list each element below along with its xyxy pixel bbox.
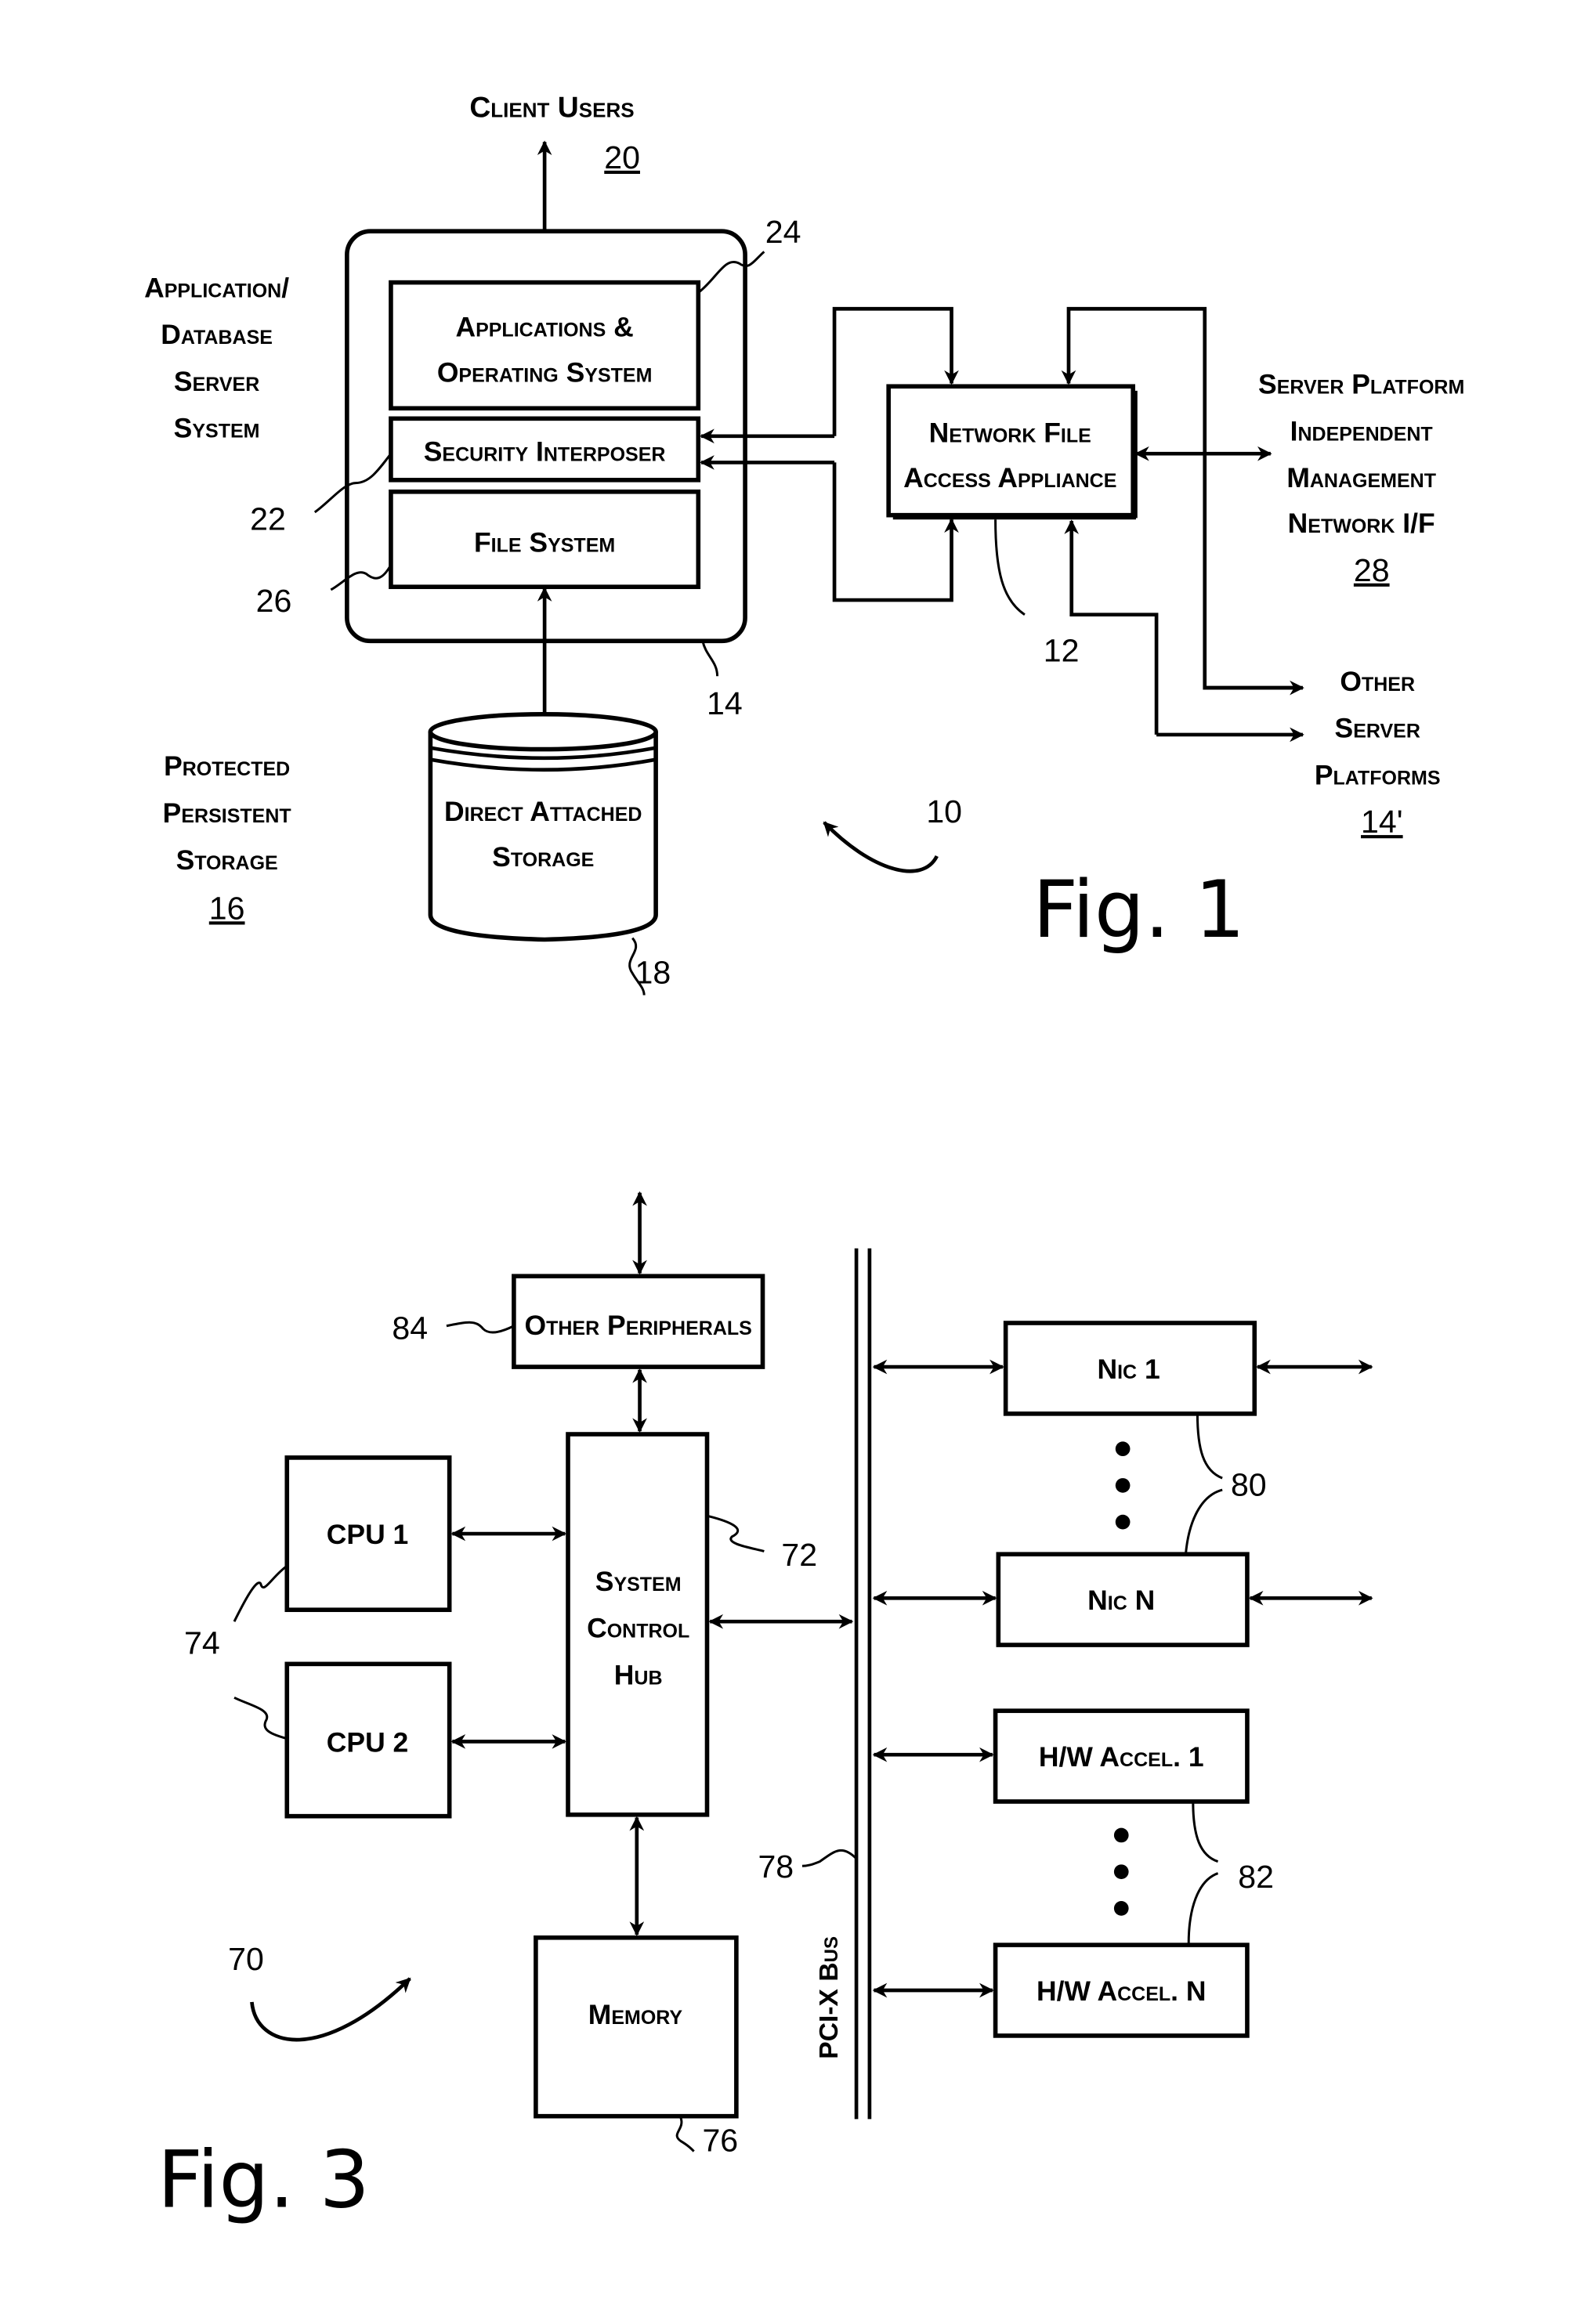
svg-text:Platforms: Platforms [1315, 759, 1441, 790]
cpu2-label: CPU 2 [327, 1726, 409, 1758]
server-leader [701, 640, 719, 677]
svg-text:Server Platform: Server Platform [1258, 369, 1464, 400]
bus-label: PCI-X Bus [815, 1936, 844, 2059]
file-system-label: File System [474, 526, 615, 558]
svg-text:Server: Server [174, 366, 259, 397]
accel1-label: H/W Accel. 1 [1039, 1741, 1204, 1773]
server-ref: 14 [707, 685, 743, 721]
accel-leader [1187, 1801, 1219, 1944]
storage-label: Protected Persistent Storage 16 [163, 750, 291, 926]
cpu1-leader [233, 1564, 288, 1622]
other-servers-lower-link [1064, 519, 1159, 735]
apps-os-box [389, 280, 701, 411]
nfaa-box [886, 384, 1136, 518]
client-users-ref: 20 [604, 139, 640, 175]
cpu2-leader [233, 1696, 288, 1740]
svg-text:Server: Server [1335, 713, 1420, 744]
server-system-label: Application/ Database Server System [144, 272, 289, 443]
svg-text:Storage: Storage [176, 844, 278, 876]
client-users-label: Client Users [469, 90, 634, 123]
svg-text:Independent: Independent [1290, 415, 1433, 446]
svg-text:Persistent: Persistent [163, 797, 291, 829]
bus-leader [801, 1849, 858, 1867]
svg-text:28: 28 [1354, 552, 1390, 588]
das-line2: Storage [492, 841, 594, 873]
figure-3: Other Peripherals 84 System Control Hub … [157, 1191, 1373, 2226]
nic-leader [1184, 1413, 1223, 1555]
hub-leader [708, 1515, 765, 1552]
nfaa-line1: Network File [929, 417, 1091, 448]
svg-text:14': 14' [1361, 804, 1403, 840]
peripherals-ref: 84 [392, 1310, 428, 1346]
nic1-label: Nic 1 [1097, 1354, 1160, 1385]
hub-line1: System [595, 1566, 682, 1597]
figure-1-caption: Fig. 1 [1033, 863, 1245, 956]
das-line1: Direct Attached [444, 796, 642, 827]
nic-ellipsis [1115, 1441, 1131, 1530]
svg-text:Database: Database [161, 319, 273, 350]
cpu-ref: 74 [184, 1625, 220, 1661]
other-peripherals-label: Other Peripherals [525, 1310, 752, 1341]
peripherals-leader [446, 1321, 515, 1334]
system-70-curve [250, 1977, 411, 2042]
nfaa-line2: Access Appliance [903, 462, 1116, 493]
security-interposer-label: Security Interposer [424, 436, 666, 468]
apps-os-ref: 24 [765, 214, 801, 250]
bus-ref: 78 [758, 1849, 794, 1885]
svg-text:16: 16 [209, 890, 245, 926]
accel-ellipsis [1113, 1827, 1129, 1916]
apps-os-line2: Operating System [437, 357, 653, 389]
figure-3-caption: Fig. 3 [157, 2134, 370, 2226]
system-10-curve [823, 821, 939, 873]
svg-text:System: System [174, 413, 260, 444]
svg-text:Management: Management [1286, 462, 1436, 493]
hub-line3: Hub [614, 1660, 663, 1691]
nfaa-leader [994, 519, 1026, 616]
nfaa-ref: 12 [1044, 633, 1080, 669]
memory-label: Memory [588, 1999, 683, 2030]
cpu1-label: CPU 1 [327, 1519, 409, 1550]
system-ref-10: 10 [926, 793, 962, 829]
patent-drawing: Client Users 20 Application/ Database Se… [144, 90, 1464, 2226]
file-system-ref: 26 [256, 583, 292, 619]
svg-text:Application/: Application/ [144, 272, 289, 303]
security-interposer-ref: 22 [250, 501, 286, 537]
figure-1: Client Users 20 Application/ Database Se… [144, 90, 1464, 996]
memory-leader [675, 2117, 695, 2152]
mgmt-if-label: Server Platform Independent Management N… [1258, 369, 1464, 588]
svg-text:Protected: Protected [164, 750, 290, 782]
svg-text:Other: Other [1340, 666, 1415, 697]
accelN-label: H/W Accel. N [1037, 1975, 1207, 2007]
other-servers-label: Other Server Platforms 14' [1315, 666, 1441, 840]
pci-x-bus [854, 1248, 872, 2120]
svg-text:Network I/F: Network I/F [1288, 508, 1435, 539]
accel-ref: 82 [1238, 1859, 1274, 1895]
hub-line2: Control [587, 1613, 689, 1644]
apps-os-line1: Applications & [455, 312, 633, 343]
hub-ref: 72 [781, 1537, 817, 1573]
nicN-label: Nic N [1087, 1585, 1155, 1616]
system-ref-70: 70 [228, 1941, 264, 1977]
das-ref: 18 [635, 955, 671, 991]
memory-ref: 76 [702, 2123, 738, 2159]
nic-ref: 80 [1231, 1466, 1267, 1502]
